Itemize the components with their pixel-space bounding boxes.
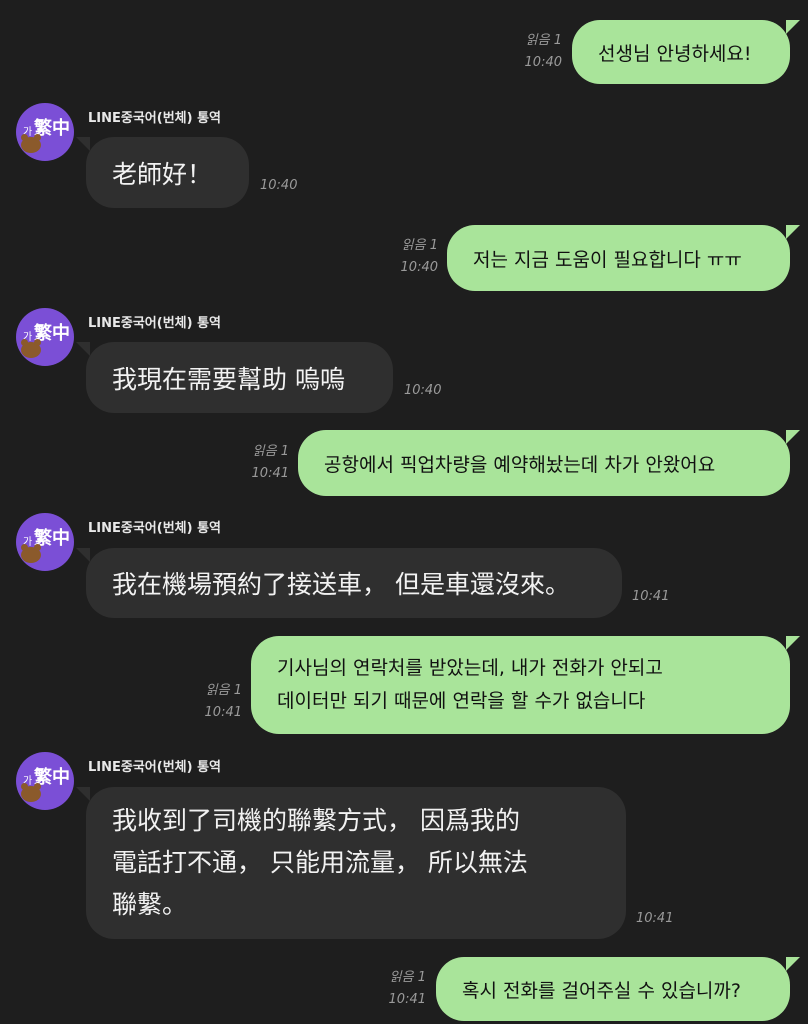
message-time: 10:40 [524, 55, 562, 70]
message-time: 10:41 [204, 705, 242, 720]
outgoing-message-bubble[interactable]: 선생님 안녕하세요! [572, 20, 800, 84]
message-text: 저는 지금 도움이 필요합니다 ㅠㅠ [473, 248, 742, 271]
read-receipt: 읽음 1 [525, 33, 562, 48]
outgoing-message-bubble[interactable]: 혹시 전화를 걸어주실 수 있습니까? [436, 957, 800, 1021]
read-receipt: 읽음 1 [205, 683, 242, 698]
message-time: 10:41 [636, 911, 674, 926]
message-text-line: 데이터만 되기 때문에 연락을 할 수가 없습니다 [277, 690, 646, 712]
bear-icon [21, 544, 41, 563]
sender-avatar[interactable]: 가 繁中 [16, 513, 74, 571]
bear-icon [21, 783, 41, 802]
sender-name: LINE중국어(번체) 통역 [88, 111, 222, 126]
incoming-message-bubble[interactable]: 我在機場預約了接送車， 但是車還沒來。 [76, 548, 622, 618]
outgoing-message-bubble[interactable]: 기사님의 연락처를 받았는데, 내가 전화가 안되고 데이터만 되기 때문에 연… [251, 636, 800, 734]
message-time: 10:40 [260, 178, 298, 193]
bear-icon [21, 339, 41, 358]
message-time: 10:41 [388, 992, 426, 1007]
sender-name: LINE중국어(번체) 통역 [88, 316, 222, 331]
sender-avatar[interactable]: 가 繁中 [16, 308, 74, 366]
message-text: 我在機場預約了接送車， 但是車還沒來。 [112, 570, 570, 599]
message-text-line: 聯繫。 [112, 890, 188, 919]
incoming-message-bubble[interactable]: 我現在需要幫助 嗚嗚 [76, 342, 393, 413]
read-receipt: 읽음 1 [252, 444, 289, 459]
message-text: 공항에서 픽업차량을 예약해놨는데 차가 안왔어요 [324, 453, 716, 476]
message-time: 10:40 [404, 383, 442, 398]
read-receipt: 읽음 1 [401, 238, 438, 253]
message-meta: 읽음 1 10:41 [205, 680, 242, 724]
message-meta: 읽음 1 10:40 [525, 30, 562, 74]
message-text: 선생님 안녕하세요! [598, 42, 752, 65]
bear-icon [21, 134, 41, 153]
message-meta: 읽음 1 10:40 [401, 235, 438, 279]
message-text: 혹시 전화를 걸어주실 수 있습니까? [462, 979, 741, 1002]
message-meta: 읽음 1 10:41 [252, 441, 289, 485]
message-time: 10:41 [632, 589, 670, 604]
incoming-message-bubble[interactable]: 我收到了司機的聯繫方式， 因爲我的 電話打不通， 只能用流量， 所以無法 聯繫。 [76, 787, 626, 939]
sender-name: LINE중국어(번체) 통역 [88, 521, 222, 536]
incoming-message-bubble[interactable]: 老師好！ [76, 137, 249, 208]
message-time: 10:40 [400, 260, 438, 275]
message-text-line: 電話打不通， 只能用流量， 所以無法 [112, 848, 528, 877]
message-text-line: 기사님의 연락처를 받았는데, 내가 전화가 안되고 [277, 657, 663, 679]
sender-avatar[interactable]: 가 繁中 [16, 103, 74, 161]
message-text: 老師好！ [112, 159, 213, 189]
message-time: 10:41 [251, 466, 289, 481]
read-receipt: 읽음 1 [389, 970, 426, 985]
outgoing-message-bubble[interactable]: 공항에서 픽업차량을 예약해놨는데 차가 안왔어요 [298, 430, 800, 496]
chat-window[interactable]: 읽음 1 10:40 선생님 안녕하세요! 가 繁中 LINE중국어(번체) 통… [0, 0, 808, 1024]
message-meta: 읽음 1 10:41 [389, 967, 426, 1011]
message-text: 我現在需要幫助 嗚嗚 [112, 364, 345, 394]
sender-avatar[interactable]: 가 繁中 [16, 752, 74, 810]
message-text-line: 我收到了司機的聯繫方式， 因爲我的 [112, 806, 520, 835]
sender-name: LINE중국어(번체) 통역 [88, 760, 222, 775]
outgoing-message-bubble[interactable]: 저는 지금 도움이 필요합니다 ㅠㅠ [447, 225, 800, 291]
